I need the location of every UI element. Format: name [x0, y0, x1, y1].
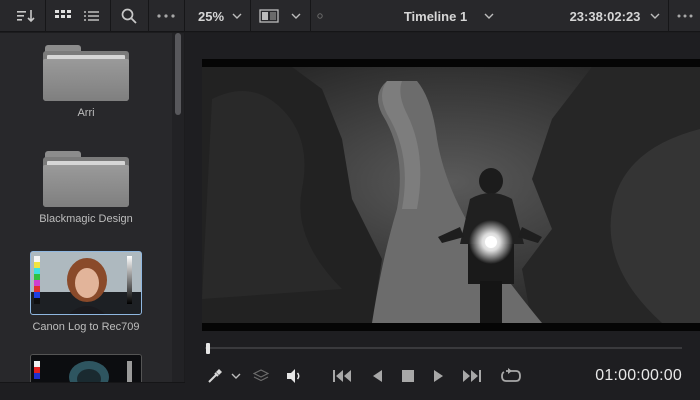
timeline-selector[interactable]: Timeline 1 [398, 0, 473, 32]
timeline-timecode-label: 23:38:02:23 [569, 8, 641, 24]
playback-timecode: 01:00:00:00 [595, 367, 682, 384]
zoom-level-label: 25% [197, 8, 225, 24]
lut-thumbnail [30, 354, 142, 382]
lut-item[interactable]: Canon Log to Rec709 [0, 251, 172, 333]
transport-controls: 01:00:00:00 [185, 332, 700, 394]
play-reverse-icon[interactable] [367, 366, 387, 386]
playhead[interactable] [206, 343, 210, 354]
color-picker-icon[interactable] [205, 366, 225, 386]
panel-footer [185, 394, 700, 400]
grid-view-icon[interactable] [53, 0, 73, 32]
viewer-layout-icon[interactable] [257, 0, 281, 32]
folder-item[interactable]: Arri [0, 45, 172, 119]
panel-footer [0, 382, 185, 400]
play-icon[interactable] [429, 366, 449, 386]
record-indicator-icon [316, 0, 324, 32]
lut-item[interactable] [0, 354, 172, 382]
skip-to-end-icon[interactable] [461, 366, 483, 386]
zoom-level[interactable]: 25% [196, 0, 226, 32]
search-icon[interactable] [119, 0, 139, 32]
folder-label: Blackmagic Design [39, 213, 133, 225]
more-options-icon[interactable] [155, 0, 177, 32]
scrollbar[interactable] [172, 33, 184, 382]
chevron-down-icon[interactable] [648, 0, 662, 32]
viewer-panel [185, 33, 700, 332]
chevron-down-icon[interactable] [229, 366, 243, 386]
lut-thumbnail [30, 251, 142, 315]
volume-icon[interactable] [283, 366, 305, 386]
folder-label: Arri [77, 107, 95, 119]
folder-icon [43, 151, 129, 207]
more-options-icon[interactable] [675, 0, 695, 32]
stop-icon[interactable] [398, 366, 418, 386]
lut-browser-panel: Arri Blackmagic Design Canon Log to Rec7… [0, 33, 184, 382]
folder-icon [43, 45, 129, 101]
scrubber-bar[interactable] [205, 347, 682, 349]
chevron-down-icon[interactable] [230, 0, 244, 32]
skip-to-start-icon[interactable] [331, 366, 353, 386]
chevron-down-icon[interactable] [482, 0, 496, 32]
timeline-name: Timeline 1 [403, 8, 468, 24]
video-preview[interactable] [202, 59, 700, 331]
layers-icon[interactable] [251, 366, 271, 386]
loop-icon[interactable] [499, 366, 523, 386]
scrollbar-thumb[interactable] [175, 33, 181, 115]
folder-item[interactable]: Blackmagic Design [0, 151, 172, 225]
sort-descending-icon[interactable] [14, 0, 38, 32]
viewer-toolbar: 25% Timeline 1 23:38:02:23 [0, 0, 700, 32]
chevron-down-icon[interactable] [289, 0, 303, 32]
list-view-icon[interactable] [82, 0, 102, 32]
lut-label: Canon Log to Rec709 [32, 321, 140, 333]
timeline-timecode[interactable]: 23:38:02:23 [566, 0, 644, 32]
